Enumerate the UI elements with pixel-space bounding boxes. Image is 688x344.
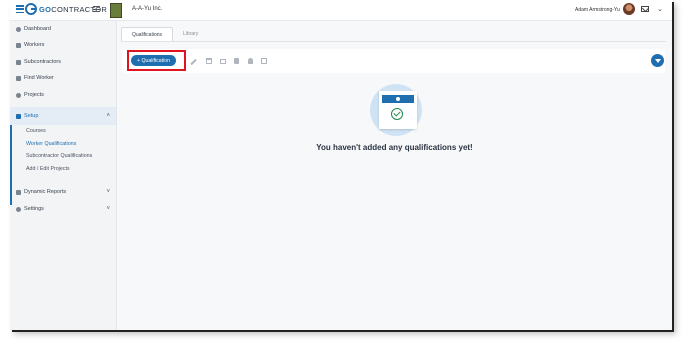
sidebar: Dashboard Workers Subcontractors Find Wo… — [10, 21, 117, 330]
setup-icon — [16, 113, 21, 119]
top-bar: GOCONTRACTOR A-A-Yu Inc. Adam Armstrong-… — [10, 0, 672, 21]
mail-icon[interactable] — [220, 59, 226, 64]
avatar[interactable] — [623, 3, 635, 15]
trash-icon[interactable] — [234, 58, 239, 64]
sidebar-item-settings[interactable]: Settings ˅ — [10, 202, 116, 216]
reports-icon — [16, 189, 21, 195]
logo-lines-icon — [16, 5, 24, 13]
document-icon — [379, 91, 417, 129]
sidebar-item-label: Subcontractors — [24, 59, 61, 65]
sidebar-item-dynamic-reports[interactable]: Dynamic Reports ˅ — [10, 185, 116, 199]
sidebar-item-workers[interactable]: Workers — [10, 38, 116, 52]
app-window: GOCONTRACTOR A-A-Yu Inc. Adam Armstrong-… — [10, 0, 672, 330]
filter-icon — [654, 58, 661, 63]
gear-icon — [16, 206, 21, 212]
chevron-down-icon[interactable]: ⌄ — [657, 5, 663, 13]
logo-mark-icon — [25, 3, 37, 15]
sidebar-item-label: Setup — [24, 113, 39, 119]
tab-bar: Qualifications Library — [121, 27, 208, 42]
sidebar-subitem-courses[interactable]: Courses — [26, 128, 46, 134]
toolbar: + Qualification — [122, 49, 665, 73]
highlight-box — [127, 50, 186, 71]
filter-button[interactable] — [651, 54, 664, 67]
sidebar-item-find-worker[interactable]: Find Worker — [10, 71, 116, 85]
sidebar-item-label: Find Worker — [24, 75, 54, 81]
edit-icon[interactable] — [190, 58, 197, 66]
sidebar-item-setup[interactable]: Setup ˄ — [10, 107, 116, 125]
sidebar-item-label: Settings — [24, 206, 44, 212]
sidebar-item-label: Workers — [24, 42, 45, 48]
workers-icon — [16, 42, 21, 48]
tab-library[interactable]: Library — [173, 27, 208, 42]
sidebar-item-dashboard[interactable]: Dashboard — [10, 22, 116, 36]
archive-icon[interactable] — [206, 58, 212, 64]
chevron-down-icon[interactable]: ˅ — [106, 189, 110, 195]
main-content: Qualifications Library + Qualification Y… — [117, 21, 672, 330]
tab-divider — [121, 41, 666, 42]
sidebar-item-label: Dynamic Reports — [24, 189, 67, 195]
sidebar-subitem-subcontractor-qualifications[interactable]: Subcontractor Qualifications — [26, 153, 92, 159]
sidebar-item-label: Dashboard — [24, 26, 51, 32]
tab-qualifications[interactable]: Qualifications — [121, 27, 174, 42]
sidebar-item-subcontractors[interactable]: Subcontractors — [10, 55, 116, 69]
chevron-down-icon[interactable]: ˅ — [106, 206, 110, 212]
chevron-up-icon[interactable]: ˄ — [106, 113, 110, 119]
hamburger-menu-icon[interactable] — [93, 6, 100, 12]
document-header — [382, 95, 414, 103]
copy-icon[interactable] — [261, 58, 267, 64]
user-name[interactable]: Adam Armstrong-Yu — [575, 7, 620, 13]
empty-state-message: You haven't added any qualifications yet… — [316, 143, 473, 152]
projects-icon — [16, 92, 21, 98]
dashboard-icon — [16, 26, 21, 32]
sidebar-item-label: Projects — [24, 92, 44, 98]
sidebar-subitem-worker-qualifications[interactable]: Worker Qualifications — [26, 141, 76, 147]
company-name: A-A-Yu Inc. — [132, 6, 163, 12]
check-circle-icon — [391, 108, 403, 120]
company-logo — [110, 3, 122, 18]
find-worker-icon — [16, 75, 21, 81]
bell-icon[interactable] — [248, 58, 253, 64]
subcontractors-icon — [16, 59, 21, 65]
mail-icon[interactable] — [641, 6, 649, 12]
sidebar-item-projects[interactable]: Projects — [10, 88, 116, 102]
sidebar-subitem-add-edit-projects[interactable]: Add / Edit Projects — [26, 166, 70, 172]
